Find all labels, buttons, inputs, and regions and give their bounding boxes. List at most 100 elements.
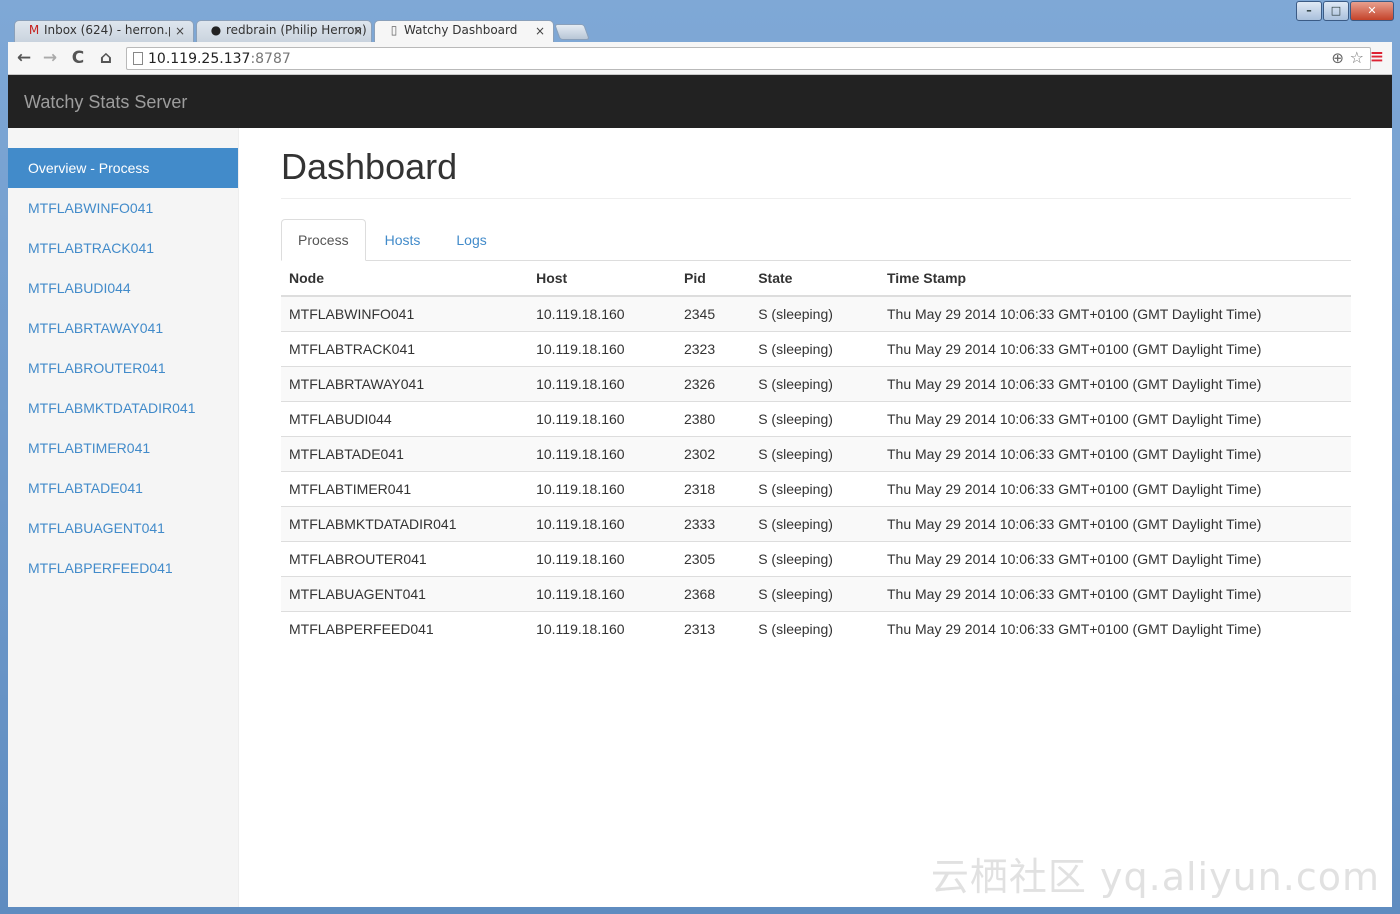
- sidebar-item-mtflabrouter041[interactable]: MTFLABROUTER041: [8, 348, 238, 388]
- browser-tab-label: redbrain (Philip Herron): [226, 23, 367, 37]
- host-cell: 10.119.18.160: [528, 331, 676, 367]
- node-cell: MTFLABPERFEED041: [281, 611, 529, 646]
- page-title: Dashboard: [281, 146, 458, 187]
- host-cell: 10.119.18.160: [528, 576, 676, 612]
- sidebar-item-overview-process[interactable]: Overview - Process: [8, 148, 238, 188]
- back-icon[interactable]: ←: [12, 47, 36, 69]
- host-cell: 10.119.18.160: [528, 366, 676, 402]
- bookmark-star-icon[interactable]: ☆: [1350, 48, 1364, 67]
- state-cell: S (sleeping): [750, 506, 879, 542]
- table-row: MTFLABTADE041 10.119.18.160 2302 S (sleepin…: [281, 436, 1351, 472]
- watermark: 云栖社区 yq.aliyun.com: [930, 855, 1380, 899]
- node-cell: MTFLABRTAWAY041: [281, 366, 529, 402]
- process-table: Node Host Pid State Time Stamp MTFLABWINFO04…: [281, 261, 1351, 646]
- node-cell: MTFLABWINFO041: [281, 295, 529, 332]
- timestamp-cell: Thu May 29 2014 10:06:33 GMT+0100 (GMT D…: [878, 295, 1351, 332]
- timestamp-cell: Thu May 29 2014 10:06:33 GMT+0100 (GMT D…: [878, 611, 1351, 646]
- home-icon[interactable]: ⌂: [94, 47, 118, 69]
- sidebar-item-mtflabtimer041[interactable]: MTFLABTIMER041: [8, 428, 238, 468]
- close-icon[interactable]: ×: [535, 24, 545, 38]
- state-cell: S (sleeping): [750, 576, 879, 612]
- timestamp-cell: Thu May 29 2014 10:06:33 GMT+0100 (GMT D…: [878, 541, 1351, 577]
- table-row: MTFLABRTAWAY041 10.119.18.160 2326 S (sleep…: [281, 366, 1351, 402]
- host-cell: 10.119.18.160: [528, 471, 676, 507]
- browser-window: – □ ✕ MInbox (624) - herron.philip × ●re…: [0, 0, 1400, 914]
- sidebar-item-mtflabrtaway041[interactable]: MTFLABRTAWAY041: [8, 308, 238, 348]
- gmail-icon: M: [28, 23, 40, 37]
- tab-hosts[interactable]: Hosts: [368, 219, 438, 259]
- sidebar-item-mtflabudi044[interactable]: MTFLABUDI044: [8, 268, 238, 308]
- pid-cell: 2302: [675, 436, 751, 472]
- page-icon: [133, 52, 143, 65]
- reload-icon[interactable]: C: [66, 47, 90, 69]
- brand-link[interactable]: Watchy Stats Server: [24, 92, 187, 113]
- column-header-state: State: [750, 261, 879, 297]
- host-cell: 10.119.18.160: [528, 506, 676, 542]
- browser-tab-label: Inbox (624) - herron.philip: [44, 23, 170, 37]
- browser-tab-strip: M Inbox (624) - herron.philip × ● redbrain…: [8, 18, 1392, 43]
- table-row: MTFLABUDI044 10.119.18.160 2380 S (sleeping…: [281, 401, 1351, 437]
- state-cell: S (sleeping): [750, 401, 879, 437]
- pid-cell: 2368: [675, 576, 751, 612]
- column-header-time-stamp: Time Stamp: [878, 261, 1351, 297]
- sidebar-item-mtflabtrack041[interactable]: MTFLABTRACK041: [8, 228, 238, 268]
- table-body: MTFLABWINFO041 10.119.18.160 2345 S (sleepi…: [281, 295, 1351, 646]
- pid-cell: 2318: [675, 471, 751, 507]
- page-icon: ▯: [390, 23, 398, 37]
- node-cell: MTFLABUDI044: [281, 401, 529, 437]
- github-icon: ●: [210, 23, 222, 37]
- node-cell: MTFLABTADE041: [281, 436, 529, 472]
- address-bar[interactable]: 10.119.25.137:8787 ⊕ ☆: [126, 47, 1371, 70]
- address-url[interactable]: 10.119.25.137:8787: [148, 51, 291, 67]
- pid-cell: 2305: [675, 541, 751, 577]
- node-cell: MTFLABROUTER041: [281, 541, 529, 577]
- top-navbar: Watchy Stats Server: [8, 75, 1392, 128]
- new-tab-button[interactable]: [554, 24, 590, 40]
- column-header-pid: Pid: [675, 261, 751, 297]
- timestamp-cell: Thu May 29 2014 10:06:33 GMT+0100 (GMT D…: [878, 506, 1351, 542]
- sidebar-item-mtflabtade041[interactable]: MTFLABTADE041: [8, 468, 238, 508]
- timestamp-cell: Thu May 29 2014 10:06:33 GMT+0100 (GMT D…: [878, 331, 1351, 367]
- column-header-host: Host: [528, 261, 676, 297]
- state-cell: S (sleeping): [750, 366, 879, 402]
- tab-logs[interactable]: Logs: [439, 219, 503, 259]
- table-row: MTFLABPERFEED041 10.119.18.160 2313 S (slee…: [281, 611, 1351, 646]
- browser-tab-watchy[interactable]: ▯ Watchy Dashboard ×: [374, 20, 554, 43]
- pid-cell: 2326: [675, 366, 751, 402]
- zoom-icon[interactable]: ⊕: [1331, 49, 1344, 67]
- browser-tab-label: Watchy Dashboard: [404, 23, 518, 37]
- state-cell: S (sleeping): [750, 611, 879, 646]
- sidebar-item-mtflabuagent041[interactable]: MTFLABUAGENT041: [8, 508, 238, 548]
- sidebar-item-mtflabmktdatadir041[interactable]: MTFLABMKTDATADIR041: [8, 388, 238, 428]
- state-cell: S (sleeping): [750, 436, 879, 472]
- sidebar-item-mtflabwinfo041[interactable]: MTFLABWINFO041: [8, 188, 238, 228]
- main-content: Dashboard Process Hosts Logs Node Host Pid St…: [281, 128, 1351, 646]
- sidebar: Overview - Process MTFLABWINFO041 MTFLABTR…: [8, 128, 239, 907]
- address-port: :8787: [250, 51, 291, 67]
- node-cell: MTFLABTIMER041: [281, 471, 529, 507]
- host-cell: 10.119.18.160: [528, 401, 676, 437]
- page-header: Dashboard: [281, 146, 1351, 199]
- column-header-node: Node: [281, 261, 529, 297]
- pid-cell: 2380: [675, 401, 751, 437]
- browser-tab-github[interactable]: ● redbrain (Philip Herron) ×: [196, 20, 372, 42]
- browser-tab-gmail[interactable]: M Inbox (624) - herron.philip ×: [14, 20, 194, 42]
- forward-icon[interactable]: →: [38, 47, 62, 69]
- sidebar-list: Overview - Process MTFLABWINFO041 MTFLABTR…: [8, 128, 238, 588]
- table-row: MTFLABROUTER041 10.119.18.160 2305 S (sleep…: [281, 541, 1351, 577]
- close-icon[interactable]: ×: [353, 24, 363, 38]
- pid-cell: 2313: [675, 611, 751, 646]
- address-host: 10.119.25.137: [148, 51, 251, 67]
- timestamp-cell: Thu May 29 2014 10:06:33 GMT+0100 (GMT D…: [878, 576, 1351, 612]
- state-cell: S (sleeping): [750, 471, 879, 507]
- host-cell: 10.119.18.160: [528, 541, 676, 577]
- browser-toolbar: ← → C ⌂ 10.119.25.137:8787 ⊕ ☆ ≡: [8, 42, 1392, 75]
- pid-cell: 2345: [675, 295, 751, 332]
- tab-process[interactable]: Process: [281, 219, 366, 261]
- sidebar-item-mtflabperfeed041[interactable]: MTFLABPERFEED041: [8, 548, 238, 588]
- pid-cell: 2323: [675, 331, 751, 367]
- menu-icon[interactable]: ≡: [1370, 47, 1384, 67]
- table-row: MTFLABTIMER041 10.119.18.160 2318 S (sleepi…: [281, 471, 1351, 507]
- close-icon[interactable]: ×: [175, 24, 185, 38]
- host-cell: 10.119.18.160: [528, 436, 676, 472]
